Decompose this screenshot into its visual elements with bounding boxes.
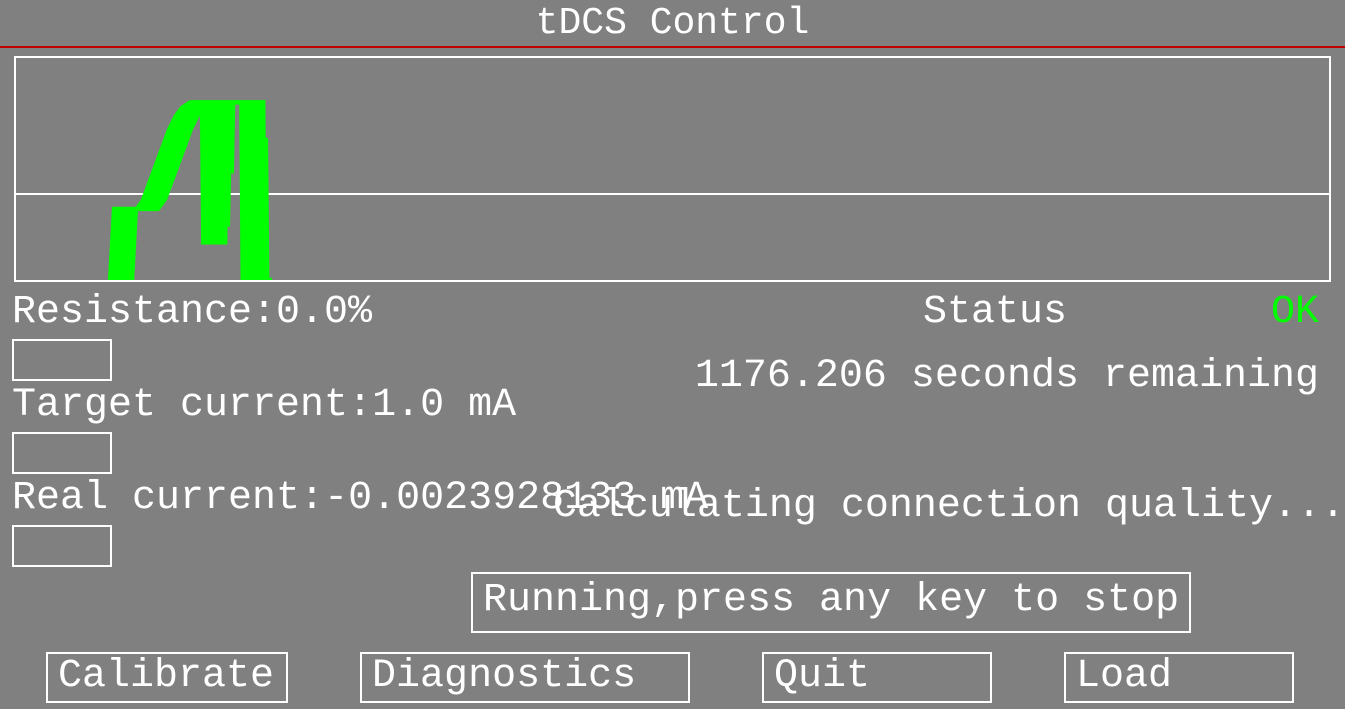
resistance-value: 0.0% bbox=[276, 290, 372, 335]
connection-quality-msg: Calculating connection quality... bbox=[553, 484, 1345, 529]
target-current-row: Target current:1.0 mA bbox=[12, 383, 712, 428]
status-label: Status bbox=[923, 290, 1067, 335]
running-status-box[interactable]: Running,press any key to stop bbox=[471, 572, 1191, 633]
real-current-label: Real current: bbox=[12, 476, 324, 521]
remaining-value: 1176.206 bbox=[695, 354, 887, 399]
button-row: Calibrate Diagnostics Quit Load bbox=[46, 652, 1294, 703]
target-current-bar bbox=[12, 432, 112, 474]
calibrate-button[interactable]: Calibrate bbox=[46, 652, 288, 703]
resistance-bar bbox=[12, 339, 112, 381]
resistance-label: Resistance: bbox=[12, 290, 276, 335]
status-value: OK bbox=[1271, 290, 1319, 335]
status-line: Status OK bbox=[923, 290, 1319, 335]
page-title: tDCS Control bbox=[0, 0, 1345, 46]
load-button[interactable]: Load bbox=[1064, 652, 1294, 703]
chart-svg bbox=[16, 58, 1329, 280]
time-remaining: 1176.206 seconds remaining bbox=[695, 354, 1319, 399]
target-current-value: 1.0 mA bbox=[372, 383, 516, 428]
remaining-unit: seconds remaining bbox=[911, 354, 1319, 399]
signal-trace bbox=[121, 102, 272, 280]
signal-chart bbox=[14, 56, 1331, 282]
quit-button[interactable]: Quit bbox=[762, 652, 992, 703]
target-current-label: Target current: bbox=[12, 383, 372, 428]
title-divider bbox=[0, 46, 1345, 48]
resistance-row: Resistance:0.0% bbox=[12, 290, 712, 335]
real-current-bar bbox=[12, 525, 112, 567]
diagnostics-button[interactable]: Diagnostics bbox=[360, 652, 690, 703]
